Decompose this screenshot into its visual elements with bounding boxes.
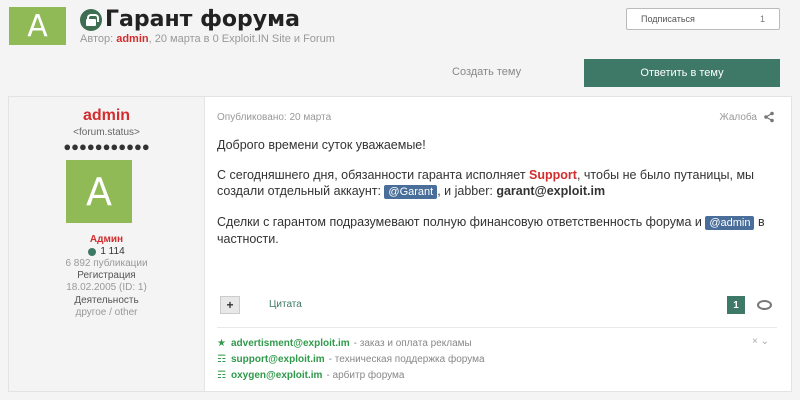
meta-prefix: Автор: [80, 33, 114, 45]
topic-meta: Автор: admin, 20 марта в 0 Exploit.IN Si… [80, 33, 335, 45]
mention-admin[interactable]: @admin [705, 216, 755, 230]
author-post-count: 6 892 публикации [65, 258, 148, 269]
signature: ★ advertisment@exploit.im - заказ и опла… [217, 336, 777, 384]
registration-label: Регистрация [77, 270, 136, 281]
post-author-name[interactable]: admin [9, 107, 204, 125]
topic-author-avatar[interactable]: A [9, 7, 66, 45]
reaction-icon[interactable] [757, 300, 772, 310]
reaction-count[interactable]: 1 [727, 296, 745, 314]
reply-button[interactable]: Ответить в тему [584, 59, 780, 87]
post-paragraph-3: Сделки с гарантом подразумевают полную ф… [217, 214, 777, 247]
menu-icon: ☶ [217, 370, 226, 381]
activity-label: Деятельность [74, 295, 139, 306]
menu-icon: ☶ [217, 354, 226, 365]
signature-line: ★ advertisment@exploit.im - заказ и опла… [217, 336, 777, 352]
mention-garant[interactable]: @Garant [384, 185, 438, 199]
signature-desc: - техническая поддержка форума [328, 354, 485, 365]
multiquote-button[interactable]: + [220, 296, 240, 314]
subscribe-button[interactable]: Подписаться 1 [626, 8, 780, 30]
signature-email[interactable]: oxygen@exploit.im [231, 368, 322, 384]
registration-value: 18.02.2005 (ID: 1) [66, 282, 147, 293]
create-topic-link[interactable]: Создать тему [452, 66, 521, 78]
text: Сделки с гарантом подразумевают полную ф… [217, 215, 706, 229]
topic-title: Гарант форума [105, 7, 300, 32]
support-user-link[interactable]: Support [529, 168, 577, 182]
post: admin <forum.status> ●●●●●●●●●●● A Админ… [8, 96, 792, 392]
signature-email[interactable]: support@exploit.im [231, 352, 325, 368]
signature-divider [217, 327, 777, 328]
topic-title-row: Гарант форума [80, 7, 300, 32]
subscribe-count: 1 [759, 14, 765, 24]
reputation-value: 1 114 [100, 246, 125, 257]
topic-author-link[interactable]: admin [116, 33, 148, 45]
jabber-address: garant@exploit.im [496, 184, 606, 198]
share-icon[interactable] [763, 111, 775, 123]
lock-icon [80, 8, 102, 31]
signature-line: ☶ support@exploit.im - техническая подде… [217, 352, 777, 368]
post-content: Опубликовано: 20 марта Жалоба Доброго вр… [217, 97, 783, 391]
post-author-panel: admin <forum.status> ●●●●●●●●●●● A Админ… [9, 97, 205, 391]
post-date: Опубликовано: 20 марта [217, 112, 332, 123]
meta-suffix: , 20 марта в 0 Exploit.IN Site и Forum [148, 33, 335, 45]
rank-stars: ●●●●●●●●●●● [63, 139, 150, 154]
signature-desc: - арбитр форума [326, 370, 405, 381]
star-icon: ★ [217, 338, 226, 349]
text: , и jabber: [437, 184, 497, 198]
post-body: Доброго времени суток уважаемые! С сегод… [217, 137, 777, 261]
signature-toggle[interactable]: × ⌄ [752, 336, 769, 347]
author-group: Админ [89, 234, 124, 245]
author-status: <forum.status> [73, 127, 140, 138]
post-paragraph-2: С сегодняшнего дня, обязанности гаранта … [217, 167, 777, 200]
subscribe-label: Подписаться [641, 14, 695, 24]
report-link[interactable]: Жалоба [720, 112, 757, 123]
avatar[interactable]: A [66, 160, 132, 223]
author-reputation: 1 114 [9, 246, 204, 257]
reputation-icon [88, 247, 97, 256]
post-greeting: Доброго времени суток уважаемые! [217, 138, 426, 152]
signature-desc: - заказ и оплата рекламы [353, 338, 472, 349]
quote-button[interactable]: Цитата [269, 299, 302, 310]
signature-line: ☶ oxygen@exploit.im - арбитр форума [217, 368, 777, 384]
text: С сегодняшнего дня, обязанности гаранта … [217, 168, 530, 182]
activity-value: другое / other [75, 307, 138, 318]
signature-email[interactable]: advertisment@exploit.im [231, 336, 350, 352]
